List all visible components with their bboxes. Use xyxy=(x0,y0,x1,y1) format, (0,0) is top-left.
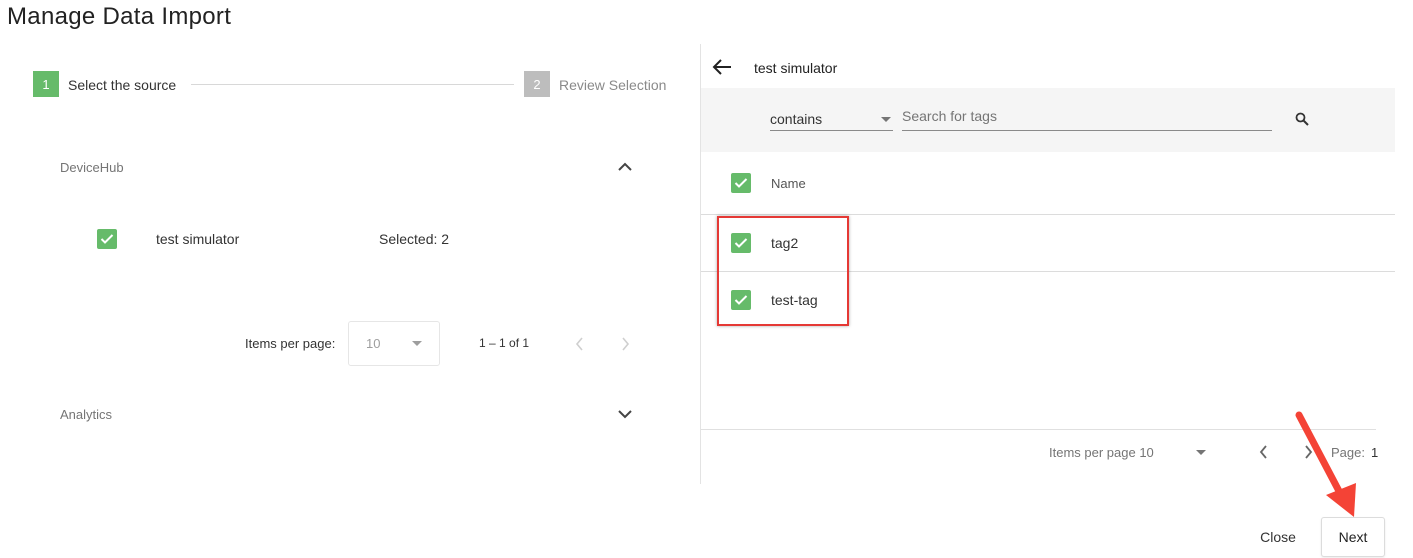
step-2-number: 2 xyxy=(524,71,550,97)
step-2-label: Review Selection xyxy=(559,77,667,93)
stepper-connector xyxy=(191,84,514,85)
next-button[interactable]: Next xyxy=(1321,517,1385,557)
footer-divider xyxy=(701,429,1376,430)
tag-panel-title: test simulator xyxy=(754,60,838,76)
source-name[interactable]: test simulator xyxy=(156,231,239,247)
chevron-up-icon[interactable] xyxy=(616,160,634,174)
close-button[interactable]: Close xyxy=(1249,525,1307,549)
tag-filter-bar: contains Search for tags xyxy=(701,88,1395,152)
red-arrow xyxy=(1295,411,1356,517)
chevron-right-icon[interactable] xyxy=(619,336,631,352)
items-per-page-value: 10 xyxy=(366,336,381,351)
tag-search-input[interactable]: Search for tags xyxy=(902,106,1272,132)
highlight-box xyxy=(717,216,849,326)
items-per-page-label: Items per page: xyxy=(245,336,336,351)
stepper: 1 Select the source 2 Review Selection xyxy=(0,70,700,100)
filter-mode-value: contains xyxy=(770,111,823,127)
chevron-left-icon[interactable] xyxy=(574,336,586,352)
analytics-section-header[interactable]: Analytics xyxy=(60,407,112,422)
tag-search-placeholder: Search for tags xyxy=(902,108,997,124)
devicehub-section-header[interactable]: DeviceHub xyxy=(60,160,124,175)
caret-down-icon xyxy=(412,341,422,346)
step-1-number: 1 xyxy=(33,71,59,97)
check-icon xyxy=(100,234,114,244)
tag-search-underline xyxy=(902,130,1272,131)
page-number: 1 xyxy=(1371,445,1379,460)
caret-down-icon xyxy=(881,117,891,122)
page-title: Manage Data Import xyxy=(7,3,232,30)
source-selected-count: Selected: 2 xyxy=(379,231,450,247)
step-1-label: Select the source xyxy=(68,77,177,93)
search-icon[interactable] xyxy=(1295,112,1309,131)
name-column-header: Name xyxy=(771,176,806,191)
chevron-down-icon[interactable] xyxy=(616,407,634,421)
source-checkbox[interactable] xyxy=(97,229,117,249)
items-per-page-select[interactable]: 10 xyxy=(348,321,440,366)
chevron-left-icon[interactable] xyxy=(1258,444,1270,460)
filter-mode-select[interactable]: contains xyxy=(770,108,893,132)
select-all-checkbox[interactable] xyxy=(731,173,751,193)
filter-mode-underline xyxy=(770,130,893,131)
range-label: 1 – 1 of 1 xyxy=(479,336,530,350)
caret-down-icon[interactable] xyxy=(1196,450,1206,455)
tag-items-per-page: Items per page 10 xyxy=(1049,445,1154,460)
arrow-left-icon[interactable] xyxy=(712,58,732,76)
check-icon xyxy=(734,178,748,188)
